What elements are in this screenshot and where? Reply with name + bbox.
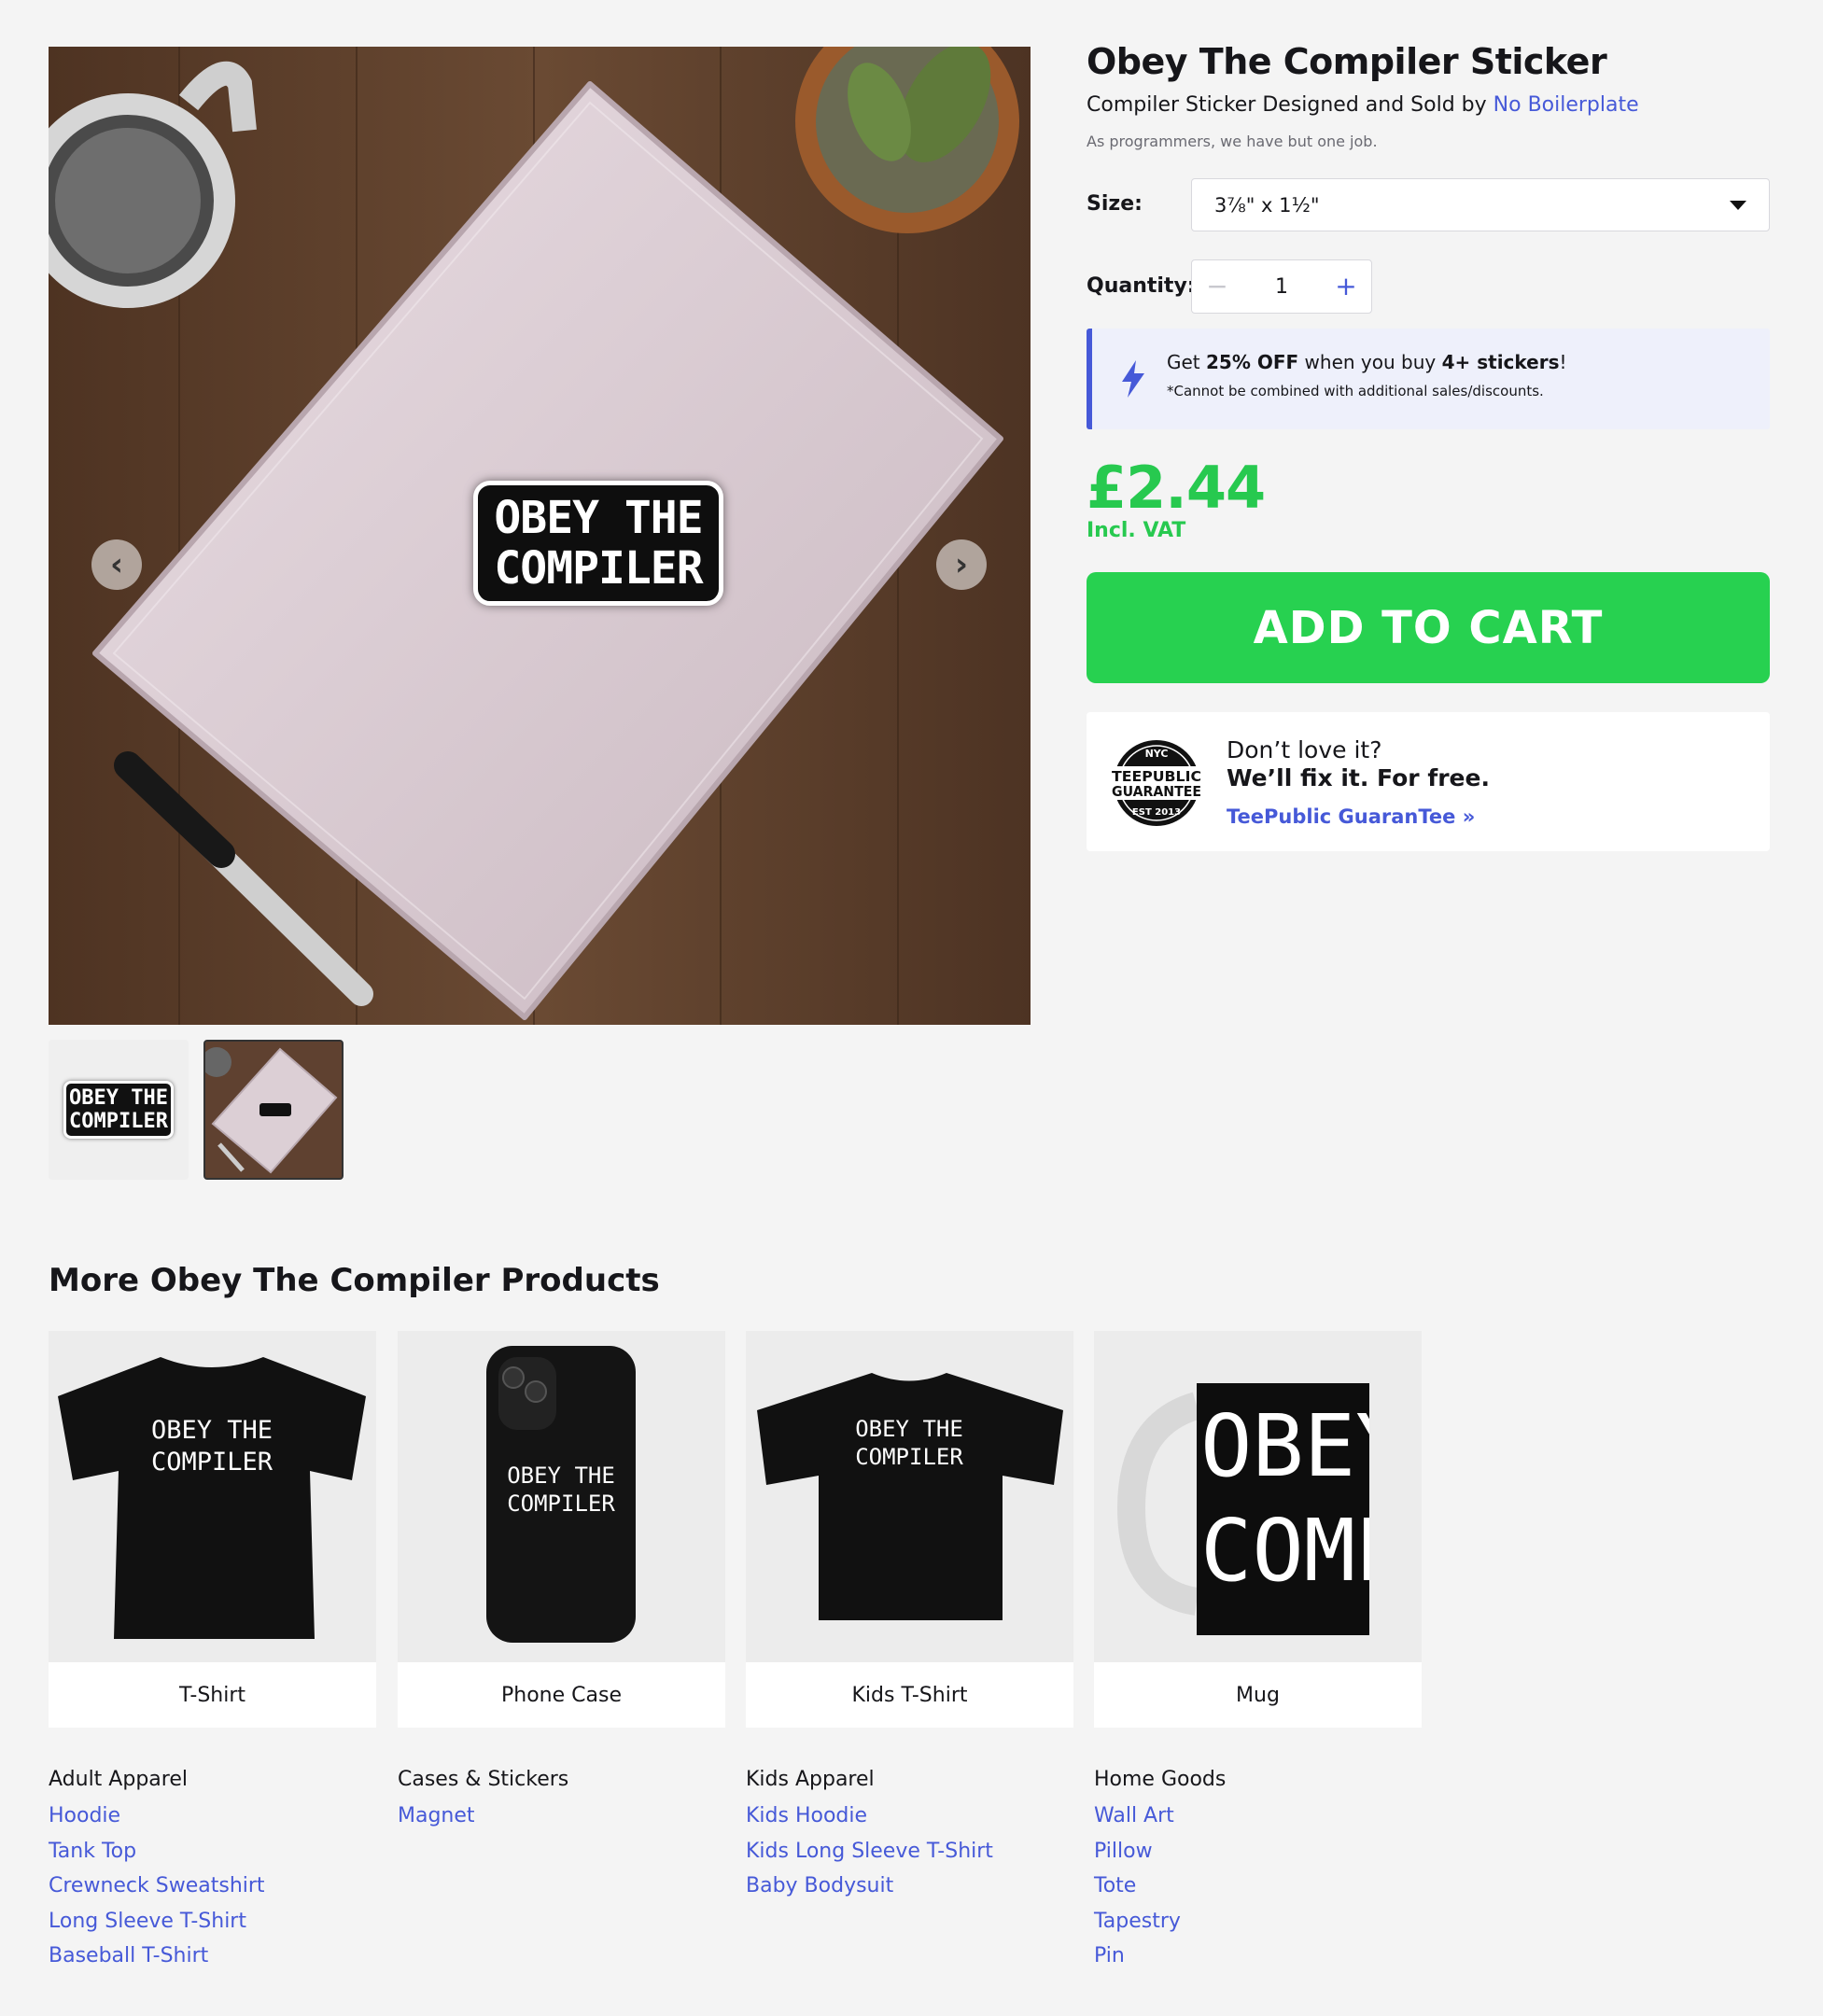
category-link[interactable]: Tapestry	[1094, 1904, 1226, 1939]
promo-get: Get	[1167, 351, 1200, 373]
tshirt-print-line-2: COMPILER	[150, 1448, 273, 1477]
guarantee-box: NYC TEEPUBLIC GUARANTEE EST 2013 Don’t l…	[1087, 712, 1770, 851]
category-link[interactable]: Tote	[1094, 1869, 1226, 1904]
guarantee-seal-icon: NYC TEEPUBLIC GUARANTEE EST 2013	[1107, 740, 1206, 826]
quantity-stepper: − 1 +	[1191, 259, 1372, 314]
category-link[interactable]: Long Sleeve T-Shirt	[49, 1904, 265, 1939]
kids-print-line-1: OBEY THE	[855, 1416, 963, 1442]
product-card-phone-case[interactable]: OBEY THE COMPILER Phone Case	[398, 1331, 725, 1728]
promo-headline: Get 25% OFF when you buy 4+ stickers!	[1167, 351, 1567, 373]
phone-case-image: OBEY THE COMPILER	[398, 1331, 725, 1662]
mug-print-line-1: OBEY	[1200, 1396, 1369, 1496]
guarantee-link[interactable]: TeePublic GuaranTee »	[1227, 805, 1475, 828]
product-card-label: T-Shirt	[49, 1662, 376, 1728]
category-link[interactable]: Tank Top	[49, 1834, 265, 1869]
add-to-cart-button[interactable]: ADD TO CART	[1087, 572, 1770, 683]
tshirt-print: OBEY THE COMPILER	[137, 1415, 287, 1478]
tshirt-art	[58, 1357, 366, 1639]
thumbnail-sticker[interactable]: OBEY THE COMPILER	[49, 1040, 189, 1180]
phone-case-print: OBEY THE COMPILER	[486, 1462, 636, 1518]
size-label: Size:	[1087, 192, 1143, 216]
product-price: £2.44	[1087, 454, 1266, 522]
category-link[interactable]: Hoodie	[49, 1799, 265, 1834]
sticker-line-2: COMPILER	[494, 542, 703, 595]
kids-tshirt-image: OBEY THE COMPILER	[746, 1331, 1073, 1662]
product-card-label: Phone Case	[398, 1662, 725, 1728]
thumbnail-laptop-art	[205, 1047, 338, 1174]
category-link[interactable]: Wall Art	[1094, 1799, 1226, 1834]
seal-bottom-text: EST 2013	[1132, 807, 1181, 818]
kids-tshirt-art	[757, 1373, 1063, 1620]
product-card-kids-tshirt[interactable]: OBEY THE COMPILER Kids T-Shirt	[746, 1331, 1073, 1728]
category-link[interactable]: Baseball T-Shirt	[49, 1939, 265, 1974]
gallery-next-button[interactable]: ›	[936, 539, 987, 590]
category-kids-apparel: Kids Apparel Kids Hoodie Kids Long Sleev…	[746, 1768, 993, 1904]
category-home-goods: Home Goods Wall Art Pillow Tote Tapestry…	[1094, 1768, 1226, 1974]
thumbnail-text-2: COMPILER	[69, 1110, 168, 1133]
quantity-increase-button[interactable]: +	[1334, 273, 1358, 300]
mug-image: OBEY COMP	[1094, 1331, 1422, 1662]
quantity-label: Quantity:	[1087, 274, 1196, 298]
category-link[interactable]: Crewneck Sweatshirt	[49, 1869, 265, 1904]
category-link[interactable]: Pin	[1094, 1939, 1226, 1974]
category-heading: Cases & Stickers	[398, 1768, 569, 1791]
product-card-label: Kids T-Shirt	[746, 1662, 1073, 1728]
product-title: Obey The Compiler Sticker	[1087, 41, 1607, 82]
phone-print-line-2: COMPILER	[507, 1491, 615, 1517]
gallery-thumbnails: OBEY THE COMPILER	[49, 1040, 344, 1180]
product-card-label: Mug	[1094, 1662, 1422, 1728]
size-value: 3⅞" x 1½"	[1214, 193, 1320, 217]
chevron-right-icon: ›	[954, 546, 968, 583]
category-heading: Adult Apparel	[49, 1768, 188, 1791]
mug-print: OBEY COMP	[1200, 1394, 1369, 1628]
vat-note: Incl. VAT	[1087, 519, 1186, 542]
tshirt-image: OBEY THE COMPILER	[49, 1331, 376, 1662]
tshirt-print-line-1: OBEY THE	[150, 1416, 273, 1445]
category-cases-stickers: Cases & Stickers Magnet	[398, 1768, 568, 1834]
product-card-mug[interactable]: OBEY COMP Mug	[1094, 1331, 1422, 1728]
seal-top-text: NYC	[1145, 748, 1169, 760]
seal-line-2: GUARANTEE	[1112, 783, 1201, 800]
category-link[interactable]: Kids Hoodie	[746, 1799, 993, 1834]
thumbnail-text-1: OBEY THE	[69, 1086, 168, 1110]
mug-print-line-2: COMP	[1200, 1501, 1369, 1601]
quantity-input[interactable]: 1	[1275, 275, 1288, 299]
category-link[interactable]: Magnet	[398, 1799, 568, 1834]
category-link[interactable]: Kids Long Sleeve T-Shirt	[746, 1834, 993, 1869]
product-card-tshirt[interactable]: OBEY THE COMPILER T-Shirt	[49, 1331, 376, 1728]
gallery-prev-button[interactable]: ‹	[91, 539, 142, 590]
lightning-icon	[1122, 360, 1144, 398]
quantity-decrease-button[interactable]: −	[1205, 273, 1229, 300]
product-sticker: OBEY THE COMPILER	[473, 481, 723, 606]
category-link[interactable]: Pillow	[1094, 1834, 1226, 1869]
promo-end: !	[1559, 351, 1567, 373]
product-description: As programmers, we have but one job.	[1087, 133, 1378, 150]
product-subtitle: Compiler Sticker Designed and Sold by No…	[1087, 93, 1639, 117]
promo-discount: 25% OFF	[1206, 351, 1299, 373]
caret-down-icon	[1730, 200, 1746, 210]
size-select[interactable]: 3⅞" x 1½"	[1191, 178, 1770, 231]
kids-tshirt-print: OBEY THE COMPILER	[839, 1415, 979, 1471]
promo-banner: Get 25% OFF when you buy 4+ stickers! *C…	[1087, 329, 1770, 429]
category-heading: Home Goods	[1094, 1768, 1227, 1791]
seller-link[interactable]: No Boilerplate	[1493, 93, 1639, 117]
sticker-line-1: OBEY THE	[494, 492, 703, 544]
category-adult-apparel: Adult Apparel Hoodie Tank Top Crewneck S…	[49, 1768, 265, 1974]
guarantee-question: Don’t love it?	[1227, 736, 1382, 763]
promo-note: *Cannot be combined with additional sale…	[1167, 383, 1544, 399]
more-products-heading: More Obey The Compiler Products	[49, 1262, 660, 1299]
category-link[interactable]: Baby Bodysuit	[746, 1869, 993, 1904]
subtitle-text: Compiler Sticker Designed and Sold by	[1087, 93, 1487, 117]
kids-print-line-2: COMPILER	[855, 1444, 963, 1470]
category-heading: Kids Apparel	[746, 1768, 875, 1791]
chevron-left-icon: ‹	[109, 546, 123, 583]
product-main-image: OBEY THE COMPILER ‹ ›	[49, 47, 1031, 1025]
promo-count: 4+ stickers	[1441, 351, 1560, 373]
promo-middle: when you buy	[1304, 351, 1437, 373]
thumbnail-sticker-art: OBEY THE COMPILER	[63, 1081, 174, 1139]
phone-print-line-1: OBEY THE	[507, 1463, 615, 1489]
guarantee-answer: We’ll fix it. For free.	[1227, 764, 1490, 791]
thumbnail-laptop[interactable]	[203, 1040, 344, 1180]
